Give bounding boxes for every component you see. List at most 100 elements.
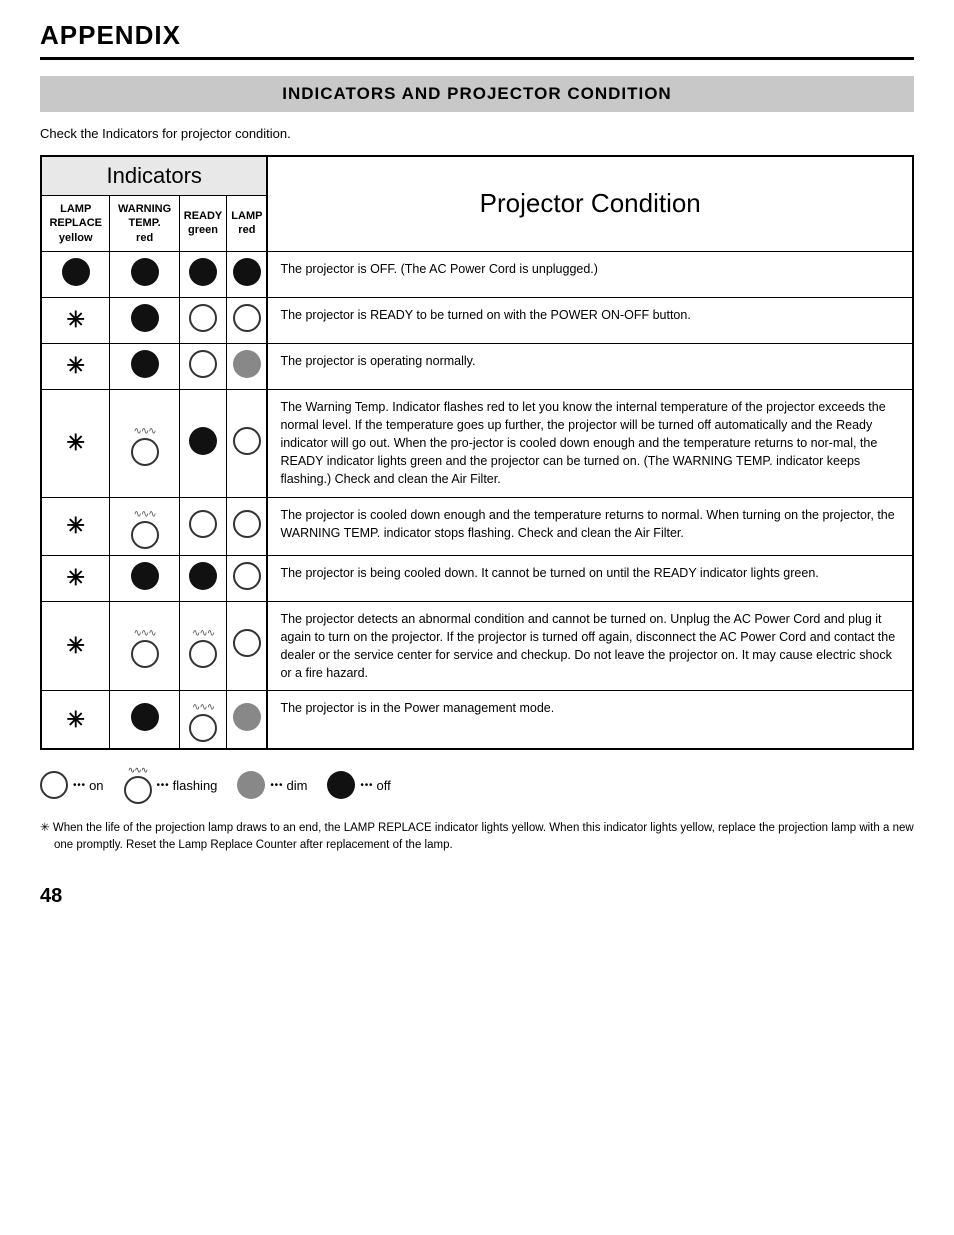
cell-lamp-replace	[41, 251, 110, 297]
table-row: ✳ The projector is operating normally.	[41, 343, 913, 389]
legend-off-label: off	[376, 778, 390, 793]
indicator-icon-flashing: ∿∿∿	[131, 629, 159, 668]
section-subtitle: Check the Indicators for projector condi…	[40, 126, 914, 141]
cell-ready: ∿∿∿	[179, 601, 227, 691]
cell-lamp-replace: ✳	[41, 389, 110, 497]
indicator-icon-flashing: ∿∿∿	[131, 510, 159, 549]
indicator-icon-star: ✳	[67, 565, 85, 590]
cell-warning-temp	[110, 297, 179, 343]
cell-lamp	[227, 297, 268, 343]
indicator-icon-filled	[189, 562, 217, 590]
indicator-icon-flashing: ∿∿∿	[189, 629, 217, 668]
indicator-icon-filled	[189, 427, 217, 455]
projector-condition-header: Projector Condition	[272, 178, 908, 229]
table-row: ✳ ∿∿∿ ∿∿∿ The projector detects an abnor…	[41, 601, 913, 691]
cell-lamp	[227, 389, 268, 497]
cell-ready	[179, 497, 227, 555]
indicator-icon-empty	[233, 562, 261, 590]
legend: • • • on ∿∿∿ • • • flashing • • • dim • …	[40, 766, 914, 804]
indicator-icon-dim	[233, 350, 261, 378]
legend-flashing-icon	[124, 776, 152, 804]
cell-lamp	[227, 691, 268, 750]
col-warning-temp: WARNING TEMP. red	[110, 196, 179, 252]
indicator-icon-star: ✳	[67, 430, 85, 455]
indicator-icon-empty	[189, 304, 217, 332]
col-ready: READY green	[179, 196, 227, 252]
cell-lamp-replace: ✳	[41, 497, 110, 555]
indicator-icon-empty	[233, 304, 261, 332]
legend-flashing-label: flashing	[173, 778, 218, 793]
indicator-icon-star: ✳	[67, 513, 85, 538]
cell-lamp	[227, 601, 268, 691]
legend-on-label: on	[89, 778, 103, 793]
indicator-icon-dim	[233, 703, 261, 731]
legend-off-icon	[327, 771, 355, 799]
legend-dim-dots: • • •	[270, 780, 281, 791]
cell-condition: The projector is OFF. (The AC Power Cord…	[267, 251, 913, 297]
cell-condition: The projector is being cooled down. It c…	[267, 555, 913, 601]
legend-off: • • • off	[327, 771, 390, 799]
cell-lamp	[227, 343, 268, 389]
legend-flashing: ∿∿∿ • • • flashing	[124, 766, 218, 804]
cell-warning-temp	[110, 691, 179, 750]
cell-ready	[179, 343, 227, 389]
indicator-icon-filled	[131, 562, 159, 590]
cell-lamp-replace: ✳	[41, 555, 110, 601]
legend-on-icon	[40, 771, 68, 799]
cell-ready: ∿∿∿	[179, 691, 227, 750]
indicator-icon-empty	[233, 629, 261, 657]
cell-ready	[179, 389, 227, 497]
table-row: ✳ The projector is READY to be turned on…	[41, 297, 913, 343]
legend-on-dots: • • •	[73, 780, 84, 791]
legend-flashing-icon-wrapper: ∿∿∿	[124, 766, 152, 804]
cell-lamp	[227, 555, 268, 601]
indicator-icon-empty	[233, 510, 261, 538]
indicator-icon-filled	[131, 703, 159, 731]
indicator-icon-filled	[131, 350, 159, 378]
indicator-icon-flashing: ∿∿∿	[131, 427, 159, 466]
table-row: ✳ The projector is being cooled down. It…	[41, 555, 913, 601]
indicator-icon-flashing: ∿∿∿	[189, 703, 217, 742]
col-lamp: LAMP red	[227, 196, 268, 252]
footnote-symbol: ✳	[40, 822, 50, 834]
table-row: The projector is OFF. (The AC Power Cord…	[41, 251, 913, 297]
indicator-icon-filled	[131, 258, 159, 286]
legend-off-dots: • • •	[360, 780, 371, 791]
legend-dim-label: dim	[286, 778, 307, 793]
cell-warning-temp	[110, 343, 179, 389]
cell-ready	[179, 251, 227, 297]
legend-on: • • • on	[40, 771, 104, 799]
cell-condition: The Warning Temp. Indicator flashes red …	[267, 389, 913, 497]
table-row: ✳ ∿∿∿ The projector is in the Power mana…	[41, 691, 913, 750]
cell-condition: The projector is READY to be turned on w…	[267, 297, 913, 343]
appendix-title: APPENDIX	[40, 20, 914, 51]
cell-lamp-replace: ✳	[41, 601, 110, 691]
indicator-icon-filled	[131, 304, 159, 332]
appendix-header: APPENDIX	[40, 20, 914, 60]
section-title-bar: INDICATORS AND PROJECTOR CONDITION	[40, 76, 914, 112]
legend-dim: • • • dim	[237, 771, 307, 799]
cell-lamp-replace: ✳	[41, 343, 110, 389]
cell-condition: The projector is operating normally.	[267, 343, 913, 389]
col-lamp-replace: LAMP REPLACE yellow	[41, 196, 110, 252]
footnote: ✳ When the life of the projection lamp d…	[40, 820, 914, 855]
indicators-table: Indicators Projector Condition LAMP REPL…	[40, 155, 914, 750]
indicator-icon-filled	[62, 258, 90, 286]
footnote-text: When the life of the projection lamp dra…	[53, 822, 914, 851]
indicator-icon-empty	[189, 350, 217, 378]
table-row: ✳ ∿∿∿ The Warning Temp. Indicator flashe…	[41, 389, 913, 497]
indicator-icon-empty	[189, 510, 217, 538]
cell-ready	[179, 555, 227, 601]
section-title: INDICATORS AND PROJECTOR CONDITION	[40, 84, 914, 104]
page-number: 48	[40, 885, 914, 908]
cell-warning-temp: ∿∿∿	[110, 497, 179, 555]
cell-warning-temp	[110, 251, 179, 297]
cell-lamp-replace: ✳	[41, 691, 110, 750]
legend-dim-icon	[237, 771, 265, 799]
legend-flashing-dots: • • •	[157, 780, 168, 791]
indicators-header-label: Indicators	[107, 163, 202, 188]
cell-warning-temp: ∿∿∿	[110, 601, 179, 691]
cell-condition: The projector detects an abnormal condit…	[267, 601, 913, 691]
cell-lamp	[227, 251, 268, 297]
cell-warning-temp: ∿∿∿	[110, 389, 179, 497]
